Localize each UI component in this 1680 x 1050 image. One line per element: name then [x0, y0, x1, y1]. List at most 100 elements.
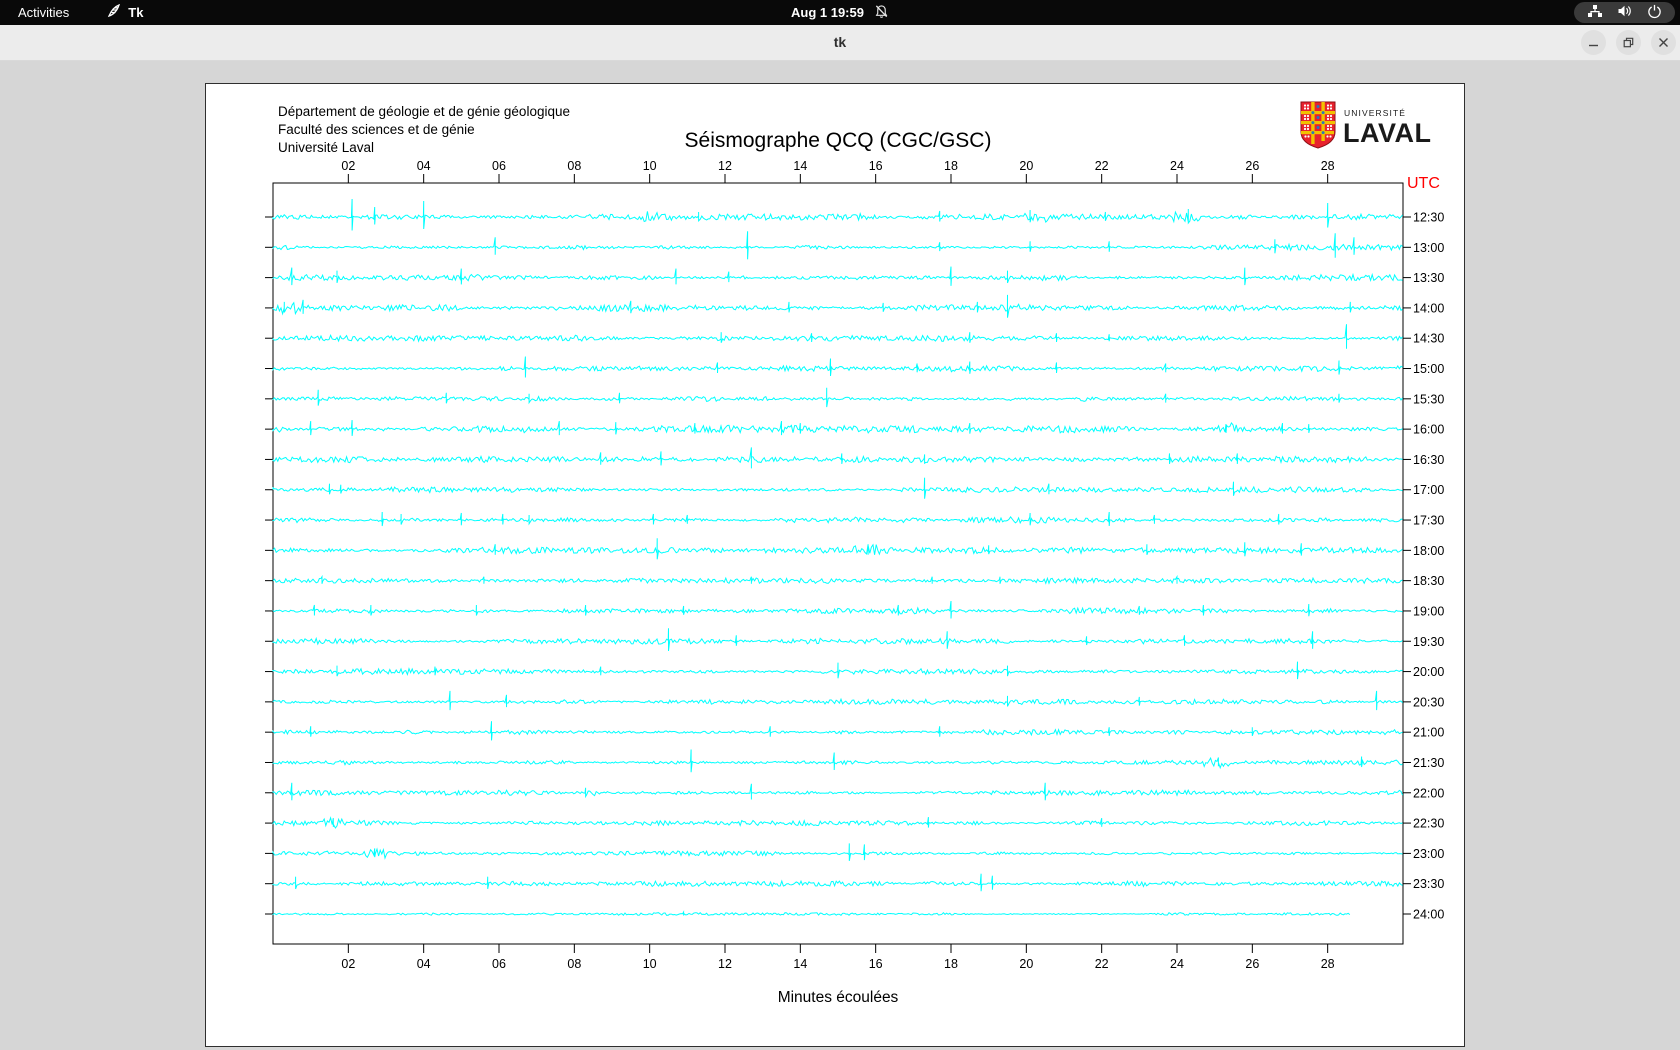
seismogram-trace — [273, 843, 1403, 861]
trace-time-label: 17:00 — [1413, 483, 1444, 497]
trace-time-label: 18:30 — [1413, 574, 1444, 588]
trace-time-label: 13:00 — [1413, 241, 1444, 255]
seismogram-trace — [273, 783, 1403, 801]
seismograph-canvas: Département de géologie et de génie géol… — [205, 83, 1465, 1047]
x-tick-label-top: 20 — [1019, 159, 1033, 173]
window-title: tk — [0, 25, 1680, 60]
trace-area: 0202040406060808101012121414161618182020… — [265, 159, 1444, 971]
power-icon — [1647, 4, 1662, 22]
universite-laval-logo: UNIVERSITÉ LAVAL — [1301, 102, 1431, 148]
x-tick-label-top: 22 — [1095, 159, 1109, 173]
focused-app-label: Tk — [128, 5, 143, 20]
seismogram-trace — [273, 324, 1403, 349]
x-tick-label-bottom: 06 — [492, 957, 506, 971]
system-top-bar: Activities Tk Aug 1 19:59 — [0, 0, 1680, 25]
x-tick-label-top: 10 — [643, 159, 657, 173]
seismogram-trace — [273, 388, 1403, 407]
trace-time-label: 23:00 — [1413, 847, 1444, 861]
system-tray[interactable] — [1574, 2, 1675, 23]
x-tick-label-top: 18 — [944, 159, 958, 173]
trace-time-label: 12:30 — [1413, 211, 1444, 225]
institution-line-3: Université Laval — [278, 140, 374, 155]
x-tick-label-top: 02 — [341, 159, 355, 173]
seismogram-trace — [273, 538, 1403, 559]
activities-button[interactable]: Activities — [18, 5, 69, 20]
x-tick-label-bottom: 22 — [1095, 957, 1109, 971]
trace-time-label: 16:00 — [1413, 423, 1444, 437]
x-tick-label-bottom: 26 — [1245, 957, 1259, 971]
trace-time-label: 19:30 — [1413, 635, 1444, 649]
trace-time-label: 21:30 — [1413, 756, 1444, 770]
x-tick-label-bottom: 14 — [793, 957, 807, 971]
x-tick-label-top: 06 — [492, 159, 506, 173]
seismogram-trace — [273, 199, 1403, 231]
seismogram-trace — [273, 817, 1403, 828]
x-tick-label-top: 04 — [417, 159, 431, 173]
x-tick-label-top: 12 — [718, 159, 732, 173]
volume-icon — [1617, 4, 1633, 21]
seismogram-trace — [273, 478, 1403, 499]
seismogram-trace — [273, 420, 1403, 436]
minimize-button[interactable] — [1581, 30, 1606, 55]
seismogram-trace — [273, 628, 1403, 651]
trace-time-label: 16:30 — [1413, 453, 1444, 467]
trace-time-label: 21:00 — [1413, 726, 1444, 740]
institution-line-1: Département de géologie et de génie géol… — [278, 104, 570, 119]
trace-time-label: 17:30 — [1413, 514, 1444, 528]
logo-text-universite: UNIVERSITÉ — [1344, 108, 1406, 118]
x-tick-label-top: 14 — [793, 159, 807, 173]
seismogram-trace — [273, 512, 1403, 526]
seismogram-trace — [273, 750, 1403, 773]
seismogram-trace — [273, 295, 1403, 318]
focused-app-menu[interactable]: Tk — [107, 4, 143, 21]
x-tick-label-top: 08 — [567, 159, 581, 173]
seismogram-trace — [273, 721, 1403, 740]
trace-time-label: 24:00 — [1413, 908, 1444, 922]
x-tick-label-bottom: 24 — [1170, 957, 1184, 971]
trace-time-label: 22:00 — [1413, 786, 1444, 800]
x-tick-label-bottom: 02 — [341, 957, 355, 971]
trace-time-label: 14:30 — [1413, 332, 1444, 346]
x-tick-label-bottom: 20 — [1019, 957, 1033, 971]
laval-shield-icon — [1301, 102, 1335, 148]
x-tick-label-top: 24 — [1170, 159, 1184, 173]
utc-axis-title: UTC — [1407, 175, 1440, 192]
seismogram-trace — [273, 267, 1403, 286]
notifications-muted-icon — [874, 4, 889, 22]
x-tick-label-bottom: 04 — [417, 957, 431, 971]
seismograph-plot: Département de géologie et de génie géol… — [206, 84, 1464, 1046]
chart-title: Séismographe QCQ (CGC/GSC) — [685, 129, 992, 152]
seismogram-trace — [273, 231, 1403, 259]
x-tick-label-bottom: 08 — [567, 957, 581, 971]
x-tick-label-bottom: 28 — [1321, 957, 1335, 971]
seismogram-trace — [273, 357, 1403, 378]
clock-text: Aug 1 19:59 — [791, 5, 864, 20]
close-button[interactable] — [1651, 30, 1676, 55]
trace-time-label: 14:00 — [1413, 301, 1444, 315]
seismogram-trace — [273, 691, 1403, 710]
seismogram-trace — [273, 577, 1403, 584]
x-tick-label-top: 16 — [869, 159, 883, 173]
plot-frame — [273, 183, 1403, 944]
x-tick-label-top: 28 — [1321, 159, 1335, 173]
seismogram-trace — [273, 662, 1403, 680]
trace-time-label: 18:00 — [1413, 544, 1444, 558]
trace-time-label: 13:30 — [1413, 271, 1444, 285]
seismogram-trace — [273, 447, 1403, 468]
trace-time-label: 15:00 — [1413, 362, 1444, 376]
trace-time-label: 22:30 — [1413, 817, 1444, 831]
restore-button[interactable] — [1616, 30, 1641, 55]
window-titlebar[interactable]: tk — [0, 25, 1680, 61]
clock-menu[interactable]: Aug 1 19:59 — [0, 4, 1680, 22]
x-tick-label-bottom: 12 — [718, 957, 732, 971]
trace-time-label: 23:30 — [1413, 877, 1444, 891]
x-tick-label-bottom: 18 — [944, 957, 958, 971]
trace-time-label: 20:00 — [1413, 665, 1444, 679]
x-tick-label-top: 26 — [1245, 159, 1259, 173]
seismogram-trace — [273, 601, 1403, 619]
institution-line-2: Faculté des sciences et de génie — [278, 122, 475, 137]
trace-time-label: 15:30 — [1413, 392, 1444, 406]
tk-icon — [107, 4, 121, 21]
seismogram-trace — [273, 912, 1350, 916]
x-axis-label: Minutes écoulées — [778, 989, 899, 1006]
